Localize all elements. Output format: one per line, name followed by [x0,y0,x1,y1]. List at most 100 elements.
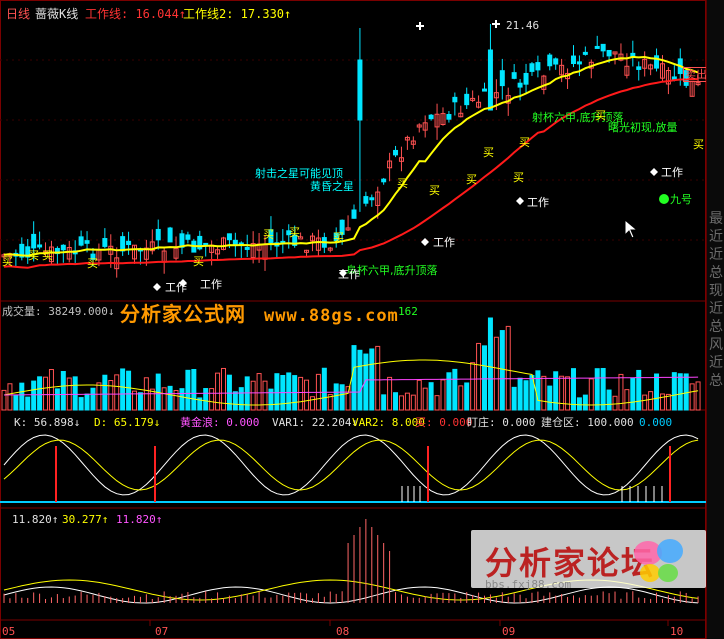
period-label[interactable]: 日线 [6,8,30,20]
volume-bar [54,388,60,411]
buy-label-7: 买 [289,226,300,239]
sidebar-char-1[interactable]: 最 [707,210,724,228]
volume-bar [398,395,404,411]
indicator-name: 蔷薇K线 [35,7,79,21]
volume-bar [499,330,505,411]
candle-body [120,236,126,252]
volume-bar [262,380,268,411]
sidebar-char-4[interactable]: 总 [707,264,724,282]
right-sidebar[interactable]: 最 近 近 总 现 近 总 风 近 总 [706,0,724,639]
candle-body [594,45,600,49]
buy-label-12: 买 [483,146,494,159]
kdj-last: 0.000 [639,416,673,429]
volume-bar [422,387,428,411]
volume-bar [167,385,173,411]
work-label-5: 工作 [200,278,222,291]
annotation-huanghun: 黄昏之星 [310,180,354,193]
volume-bar [13,394,19,411]
volume-bar [636,369,642,411]
volume-bar [60,371,66,411]
volume-bar [570,368,576,411]
sidebar-char-2[interactable]: 近 [707,228,724,246]
volume-bar [72,376,78,411]
volume-bar [179,388,185,411]
volume-bar [428,382,434,411]
volume-bar [226,374,232,411]
candle-body [482,88,488,92]
buy-label-10: 买 [429,184,440,197]
axis-label-1: 05 [2,625,16,638]
volume-bar [440,379,446,411]
candle-body [226,233,232,241]
volume-bar [493,336,499,411]
peak-price-label: 21.46 [506,19,540,32]
volume-bar [541,375,547,411]
watermark-site-url: www.88gs.com [263,306,399,326]
volume-bar [416,379,422,411]
volume-bar [446,372,452,411]
volume-bar [298,376,304,411]
volume-bar [535,370,541,411]
sidebar-char-8[interactable]: 风 [707,336,724,354]
volume-bar [511,386,517,411]
candle-body [393,149,399,156]
volume-bar [547,385,553,411]
volume-bar [695,381,701,411]
candle-body [499,70,505,87]
buy-label-14: 买 [519,136,530,149]
volume-bar [410,394,416,411]
volume-bar [517,377,523,411]
volume-bar [487,317,493,411]
volume-bar [677,373,683,411]
mouse-cursor-icon [624,219,638,239]
volume-bar [351,345,357,411]
candle-body [232,239,238,245]
volume-bar [232,391,238,411]
sidebar-char-6[interactable]: 近 [707,300,724,318]
volume-bar [612,395,618,411]
volume-bar [553,371,559,411]
volume-bar [161,387,167,411]
volume-bar [120,368,126,411]
candle-body [60,244,66,251]
volume-bar [43,376,49,411]
sidebar-char-7[interactable]: 总 [707,318,724,336]
sidebar-char-5[interactable]: 现 [707,282,724,300]
macd-value-3: 11.820↑ [116,513,163,526]
volume-bar [149,388,155,411]
candle-body [535,62,541,71]
kdj-var1: VAR1: 22.204↓ [272,416,359,429]
volume-bar [630,377,636,411]
volume-panel-title: 成交量: 38249.000↓ [2,305,115,318]
volume-bar [505,325,511,411]
volume-bar [191,369,197,411]
buy-label-5: 买 [193,255,204,268]
sidebar-char-10[interactable]: 总 [707,372,724,390]
buy-label-3: 买 [42,249,53,262]
sidebar-char-9[interactable]: 近 [707,354,724,372]
buy-label-9: 买 [397,177,408,190]
buy-label-6: 买 [263,228,274,241]
volume-bar [37,376,43,411]
candle-body [576,61,582,65]
volume-bar [434,395,440,411]
volume-bar [464,382,470,411]
volume-bar [333,383,339,411]
axis-label-3: 08 [336,625,350,638]
volume-bar [1,389,7,411]
work-label-4: 工作 [165,281,187,294]
volume-bar [452,368,458,411]
volume-bar [238,387,244,411]
buy-label-8: 买 [333,231,344,244]
volume-bar [357,349,363,411]
sidebar-char-3[interactable]: 近 [707,246,724,264]
candle-body [570,55,576,65]
candle-body [553,58,559,65]
candle-body [517,82,523,88]
work-line-2-value: 工作线2: 17.330↑ [183,7,292,21]
work-label-6: 工作 [661,166,683,179]
volume-panel-tail: 162 [398,305,418,318]
candle-body [167,227,173,243]
candle-body [636,66,642,70]
diamond-marker-icon [516,197,524,205]
